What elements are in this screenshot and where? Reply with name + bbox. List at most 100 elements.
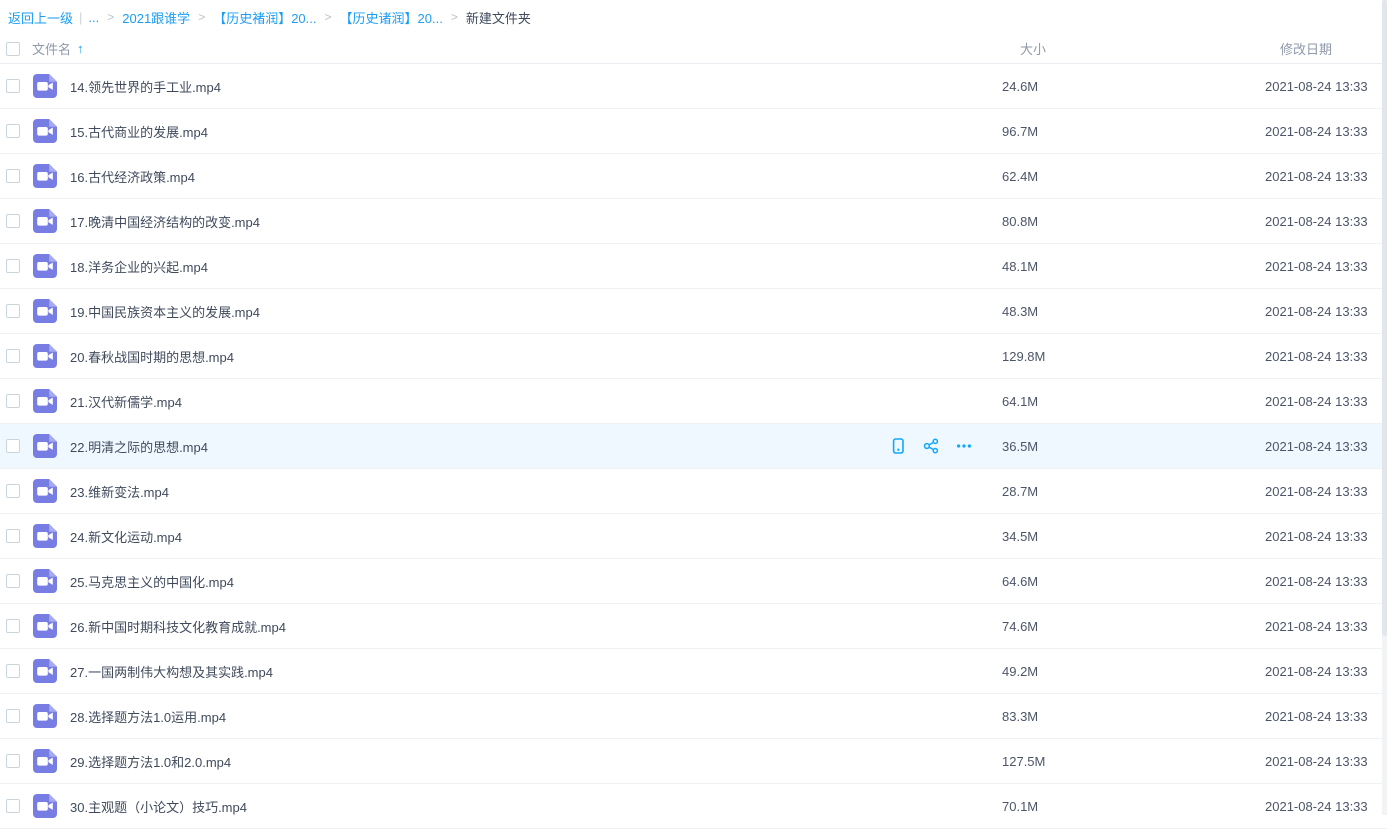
file-name[interactable]: 20.春秋战国时期的思想.mp4 <box>70 347 234 366</box>
file-size: 74.6M <box>985 619 1245 634</box>
file-date: 2021-08-24 13:33 <box>1245 124 1387 139</box>
video-file-icon <box>32 568 58 594</box>
video-file-icon <box>32 793 58 819</box>
row-checkbox[interactable] <box>6 439 20 453</box>
file-name[interactable]: 14.领先世界的手工业.mp4 <box>70 77 221 96</box>
breadcrumb-link[interactable]: 【历史诸润】20... <box>340 8 443 27</box>
breadcrumb-separator: > <box>107 10 114 24</box>
row-checkbox[interactable] <box>6 754 20 768</box>
column-header-size[interactable]: 大小 <box>985 39 1245 58</box>
file-name[interactable]: 26.新中国时期科技文化教育成就.mp4 <box>70 617 286 636</box>
breadcrumb: 返回上一级 | ... > 2021跟谁学 > 【历史褚润】20... > 【历… <box>0 0 1387 34</box>
row-checkbox[interactable] <box>6 664 20 678</box>
file-date: 2021-08-24 13:33 <box>1245 439 1387 454</box>
file-date: 2021-08-24 13:33 <box>1245 304 1387 319</box>
video-file-icon <box>32 73 58 99</box>
select-all-checkbox[interactable] <box>6 42 20 56</box>
video-file-icon <box>32 118 58 144</box>
more-actions-icon[interactable] <box>955 437 973 455</box>
breadcrumb-back-link[interactable]: 返回上一级 <box>8 8 73 27</box>
breadcrumb-link[interactable]: 【历史褚润】20... <box>213 8 316 27</box>
file-date: 2021-08-24 13:33 <box>1245 574 1387 589</box>
video-file-icon <box>32 343 58 369</box>
table-row[interactable]: 16.古代经济政策.mp4 <box>0 154 1387 199</box>
table-row[interactable]: 28.选择题方法1.0运用.mp4 <box>0 694 1387 739</box>
file-name[interactable]: 17.晚清中国经济结构的改变.mp4 <box>70 212 260 231</box>
row-checkbox[interactable] <box>6 619 20 633</box>
table-row[interactable]: 20.春秋战国时期的思想.mp4 <box>0 334 1387 379</box>
video-file-icon <box>32 163 58 189</box>
scrollbar-track[interactable] <box>1382 0 1387 815</box>
file-size: 83.3M <box>985 709 1245 724</box>
table-row[interactable]: 21.汉代新儒学.mp4 <box>0 379 1387 424</box>
table-row[interactable]: 23.维新变法.mp4 <box>0 469 1387 514</box>
row-checkbox[interactable] <box>6 574 20 588</box>
file-date: 2021-08-24 13:33 <box>1245 349 1387 364</box>
video-file-icon <box>32 298 58 324</box>
file-size: 62.4M <box>985 169 1245 184</box>
file-name[interactable]: 29.选择题方法1.0和2.0.mp4 <box>70 752 231 771</box>
file-date: 2021-08-24 13:33 <box>1245 214 1387 229</box>
file-name[interactable]: 18.洋务企业的兴起.mp4 <box>70 257 208 276</box>
file-date: 2021-08-24 13:33 <box>1245 484 1387 499</box>
row-checkbox[interactable] <box>6 484 20 498</box>
file-date: 2021-08-24 13:33 <box>1245 709 1387 724</box>
file-name[interactable]: 21.汉代新儒学.mp4 <box>70 392 182 411</box>
video-file-icon <box>32 388 58 414</box>
file-size: 96.7M <box>985 124 1245 139</box>
breadcrumb-link[interactable]: 2021跟谁学 <box>122 8 190 27</box>
file-name[interactable]: 28.选择题方法1.0运用.mp4 <box>70 707 226 726</box>
table-row[interactable]: 18.洋务企业的兴起.mp4 <box>0 244 1387 289</box>
file-size: 49.2M <box>985 664 1245 679</box>
file-size: 48.3M <box>985 304 1245 319</box>
file-name[interactable]: 19.中国民族资本主义的发展.mp4 <box>70 302 260 321</box>
scrollbar-thumb[interactable] <box>1382 0 1387 636</box>
sort-ascending-icon[interactable]: ↑ <box>77 41 84 56</box>
row-checkbox[interactable] <box>6 124 20 138</box>
row-checkbox[interactable] <box>6 349 20 363</box>
file-name[interactable]: 27.一国两制伟大构想及其实践.mp4 <box>70 662 273 681</box>
row-checkbox[interactable] <box>6 169 20 183</box>
row-checkbox[interactable] <box>6 214 20 228</box>
breadcrumb-separator: > <box>451 10 458 24</box>
row-checkbox[interactable] <box>6 304 20 318</box>
column-header-date[interactable]: 修改日期 <box>1245 39 1387 58</box>
file-name[interactable]: 30.主观题（小论文）技巧.mp4 <box>70 797 247 816</box>
table-row[interactable]: 22.明清之际的思想.mp4 <box>0 424 1387 469</box>
table-row[interactable]: 30.主观题（小论文）技巧.mp4 <box>0 784 1387 829</box>
table-row[interactable]: 24.新文化运动.mp4 <box>0 514 1387 559</box>
table-row[interactable]: 29.选择题方法1.0和2.0.mp4 <box>0 739 1387 784</box>
file-name[interactable]: 23.维新变法.mp4 <box>70 482 169 501</box>
table-row[interactable]: 19.中国民族资本主义的发展.mp4 <box>0 289 1387 334</box>
breadcrumb-current: 新建文件夹 <box>466 8 531 27</box>
file-name[interactable]: 25.马克思主义的中国化.mp4 <box>70 572 234 591</box>
column-header-name[interactable]: 文件名 <box>32 39 71 58</box>
file-name[interactable]: 24.新文化运动.mp4 <box>70 527 182 546</box>
row-checkbox[interactable] <box>6 394 20 408</box>
file-size: 80.8M <box>985 214 1245 229</box>
table-row[interactable]: 14.领先世界的手工业.mp4 <box>0 64 1387 109</box>
file-size: 36.5M <box>985 439 1245 454</box>
row-checkbox[interactable] <box>6 709 20 723</box>
table-row[interactable]: 25.马克思主义的中国化.mp4 <box>0 559 1387 604</box>
breadcrumb-pipe-divider: | <box>79 10 82 25</box>
row-checkbox[interactable] <box>6 259 20 273</box>
video-file-icon <box>32 523 58 549</box>
file-name[interactable]: 22.明清之际的思想.mp4 <box>70 437 208 456</box>
share-icon[interactable] <box>922 437 940 455</box>
table-row[interactable]: 27.一国两制伟大构想及其实践.mp4 <box>0 649 1387 694</box>
table-row[interactable]: 17.晚清中国经济结构的改变.mp4 <box>0 199 1387 244</box>
file-date: 2021-08-24 13:33 <box>1245 259 1387 274</box>
file-name[interactable]: 15.古代商业的发展.mp4 <box>70 122 208 141</box>
table-row[interactable]: 26.新中国时期科技文化教育成就.mp4 <box>0 604 1387 649</box>
breadcrumb-ellipsis-link[interactable]: ... <box>88 10 99 25</box>
video-file-icon <box>32 658 58 684</box>
save-to-device-icon[interactable] <box>889 437 907 455</box>
file-name[interactable]: 16.古代经济政策.mp4 <box>70 167 195 186</box>
row-checkbox[interactable] <box>6 799 20 813</box>
row-actions <box>889 437 973 455</box>
file-size: 127.5M <box>985 754 1245 769</box>
row-checkbox[interactable] <box>6 529 20 543</box>
table-row[interactable]: 15.古代商业的发展.mp4 <box>0 109 1387 154</box>
row-checkbox[interactable] <box>6 79 20 93</box>
